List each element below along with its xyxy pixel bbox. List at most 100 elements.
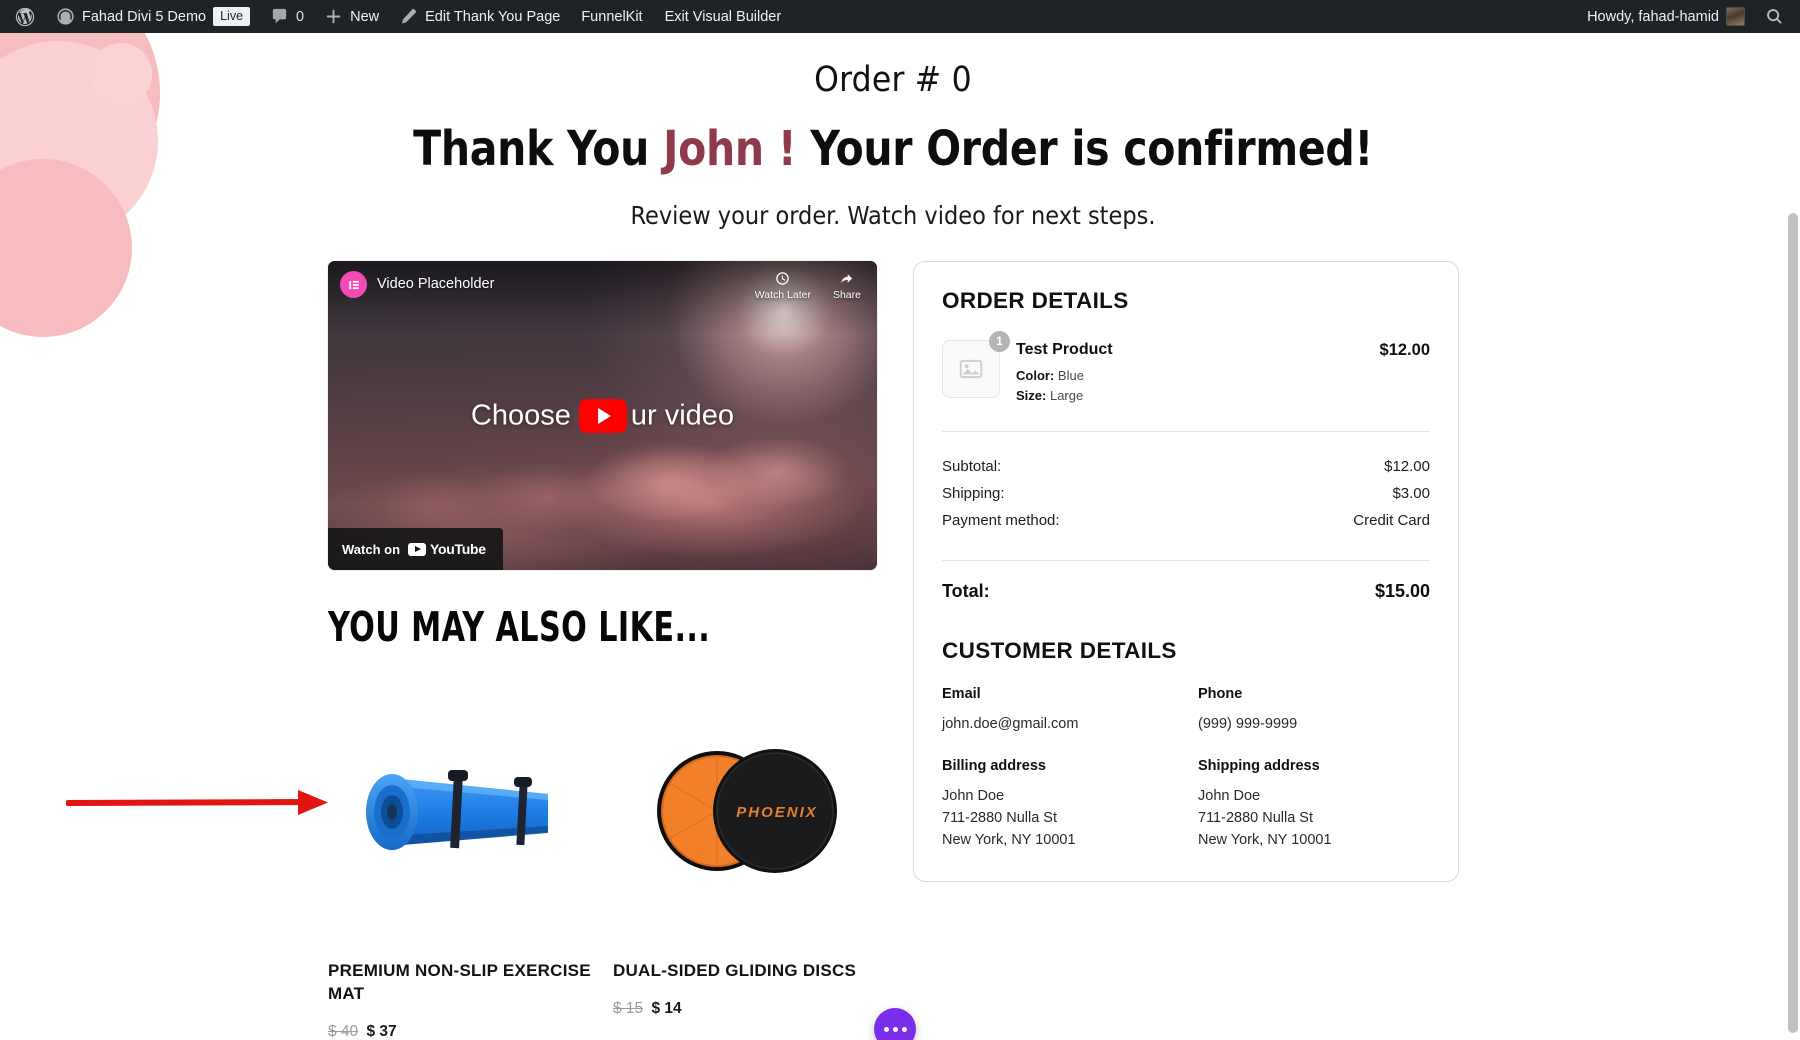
gliding-discs-illustration: PHOENIX — [657, 749, 837, 874]
order-details-card: ORDER DETAILS 1 Test Product Color: Blue… — [913, 261, 1459, 883]
pencil-icon — [401, 9, 417, 24]
order-number: Order # 0 — [814, 60, 972, 100]
dot-icon — [892, 1026, 898, 1032]
upsell-heading: YOU MAY ALSO LIKE... — [328, 603, 711, 652]
exit-visual-builder-button[interactable]: Exit Visual Builder — [654, 0, 793, 33]
email-label: Email — [942, 686, 981, 703]
grand-total-label: Total: — [942, 581, 990, 602]
order-item-quantity-badge: 1 — [989, 331, 1010, 353]
attribute-value: Large — [1049, 387, 1084, 403]
dot-icon — [901, 1026, 907, 1032]
total-label: Subtotal: — [942, 458, 1002, 476]
site-name-menu[interactable]: Fahad Divi 5 Demo Live — [46, 0, 260, 33]
admin-bar-left-group: Fahad Divi 5 Demo Live 0 New Edit Thank … — [0, 0, 792, 33]
video-actions: Watch Later Share — [755, 271, 865, 301]
left-column: Video Placeholder Watch Later Share Choo… — [328, 261, 877, 1040]
total-value: $12.00 — [1384, 458, 1430, 476]
customer-field-phone: Phone (999) 999-9999 — [1198, 686, 1430, 735]
order-totals: Subtotal: $12.00 Shipping: $3.00 Payment… — [942, 453, 1430, 534]
edit-page-label: Edit Thank You Page — [425, 8, 561, 25]
clock-icon — [776, 272, 790, 285]
plus-icon — [326, 9, 341, 24]
product-card[interactable]: PREMIUM NON-SLIP EXERCISE MAT $ 40 $ 37 — [328, 695, 592, 1040]
watch-later-label: Watch Later — [754, 289, 811, 302]
order-item-attributes: Color: Blue Size: Large — [1016, 366, 1364, 405]
share-label: Share — [832, 289, 861, 302]
image-placeholder-icon — [959, 360, 983, 379]
phone-value: (999) 999-9999 — [1198, 716, 1298, 733]
product-name: DUAL-SIDED GLIDING DISCS — [613, 961, 857, 981]
channel-avatar-icon — [340, 271, 367, 299]
grand-total-value: $15.00 — [1374, 581, 1430, 602]
email-value: john.doe@gmail.com — [942, 716, 1079, 733]
new-label: New — [350, 8, 380, 25]
order-item-info: Test Product Color: Blue Size: Large — [1016, 340, 1364, 405]
thanks-prefix: Thank You — [413, 121, 664, 177]
product-image-exercise-mat — [328, 695, 592, 928]
watch-on-youtube-button[interactable]: Watch on YouTube — [328, 528, 503, 571]
customer-field-shipping-address: Shipping address John Doe 711-2880 Nulla… — [1198, 758, 1430, 851]
customer-details-grid: Email john.doe@gmail.com Phone (999) 999… — [942, 686, 1430, 851]
attribute-label: Size: — [1016, 387, 1047, 403]
order-grand-total: Total: $15.00 — [942, 581, 1430, 602]
page-canvas: Order # 0 Thank You John ! Your Order is… — [0, 33, 1786, 1040]
comment-bubble-icon — [272, 8, 287, 24]
scrollbar-thumb[interactable] — [1788, 213, 1798, 1033]
order-item-attribute: Size: Large — [1016, 386, 1364, 406]
exercise-mat-illustration — [366, 770, 548, 851]
shipping-address-label: Shipping address — [1198, 758, 1320, 775]
share-arrow-icon — [841, 274, 853, 284]
product-brand-text: PHOENIX — [736, 804, 818, 821]
order-item-amount: $12.00 — [1379, 341, 1430, 360]
site-name-label: Fahad Divi 5 Demo — [82, 8, 207, 25]
youtube-wordmark: YouTube — [430, 541, 486, 558]
funnelkit-menu[interactable]: FunnelKit — [570, 0, 653, 33]
play-triangle-icon — [597, 407, 611, 424]
total-label: Shipping: — [942, 485, 1005, 503]
order-details-heading: ORDER DETAILS — [942, 288, 1129, 314]
edit-page-menu[interactable]: Edit Thank You Page — [389, 0, 570, 33]
watch-later-button[interactable]: Watch Later — [755, 271, 811, 301]
page-scrollbar[interactable] — [1786, 33, 1800, 1040]
customer-field-email: Email john.doe@gmail.com — [942, 686, 1174, 735]
total-value: $3.00 — [1392, 485, 1430, 503]
product-price: $ 15 $ 14 — [613, 1000, 877, 1018]
elementor-glyph-icon — [348, 280, 359, 289]
search-button[interactable] — [1755, 0, 1794, 33]
avatar — [1726, 7, 1745, 26]
play-button[interactable] — [578, 398, 627, 433]
billing-address-value: John Doe 711-2880 Nulla St New York, NY … — [942, 788, 1076, 849]
divider — [942, 560, 1430, 562]
product-price-new: $ 37 — [366, 1023, 397, 1040]
wordpress-logo-icon — [15, 7, 35, 26]
new-content-menu[interactable]: New — [314, 0, 389, 33]
share-button[interactable]: Share — [833, 271, 861, 301]
shipping-address-value: John Doe 711-2880 Nulla St New York, NY … — [1198, 788, 1332, 849]
comments-menu[interactable]: 0 — [260, 0, 314, 33]
total-value: Credit Card — [1353, 512, 1430, 530]
total-label: Payment method: — [942, 512, 1060, 530]
divider — [942, 431, 1430, 433]
my-account-menu[interactable]: Howdy, fahad-hamid — [1577, 0, 1755, 33]
phone-label: Phone — [1198, 686, 1243, 703]
product-name: PREMIUM NON-SLIP EXERCISE MAT — [328, 961, 591, 1004]
order-line-item: 1 Test Product Color: Blue Size: Large $… — [942, 331, 1430, 405]
youtube-video-embed[interactable]: Video Placeholder Watch Later Share Choo… — [328, 261, 877, 571]
wp-admin-bar: Fahad Divi 5 Demo Live 0 New Edit Thank … — [0, 0, 1800, 33]
dashboard-icon — [57, 8, 74, 25]
attribute-label: Color: — [1016, 368, 1055, 384]
product-price: $ 40 $ 37 — [328, 1023, 592, 1040]
product-card[interactable]: PHOENIX DUAL-SIDED GLIDING DISCS $ 15 $ … — [613, 695, 877, 1040]
upsell-product-grid: PREMIUM NON-SLIP EXERCISE MAT $ 40 $ 37 — [328, 695, 877, 1040]
billing-address-label: Billing address — [942, 758, 1046, 775]
live-badge: Live — [213, 6, 251, 27]
order-item-name: Test Product — [1016, 341, 1113, 359]
customer-details-heading: CUSTOMER DETAILS — [942, 638, 1177, 664]
howdy-label: Howdy, fahad-hamid — [1587, 8, 1719, 25]
wordpress-logo-menu[interactable] — [4, 0, 46, 33]
hero-section: Order # 0 Thank You John ! Your Order is… — [0, 33, 1786, 230]
order-item-thumbnail-wrap: 1 — [942, 331, 1010, 399]
right-column: ORDER DETAILS 1 Test Product Color: Blue… — [913, 261, 1459, 883]
annotation-arrow — [66, 790, 328, 815]
product-price-old: $ 15 — [613, 1000, 644, 1018]
